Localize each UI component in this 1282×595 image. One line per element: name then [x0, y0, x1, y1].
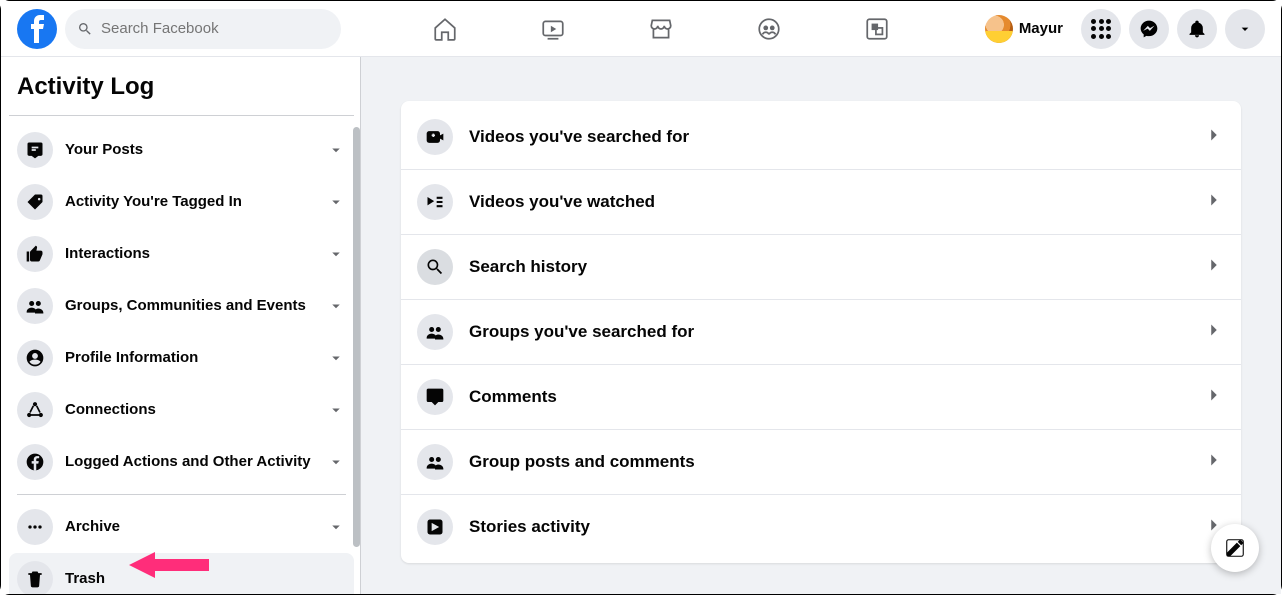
- sidebar: Activity Log Your Posts Activity You're …: [1, 57, 361, 594]
- chevron-right-icon: [1203, 254, 1225, 281]
- comment-icon: [417, 379, 453, 415]
- menu-grid-icon: [1091, 19, 1111, 39]
- facebook-icon: [17, 444, 53, 480]
- post-icon: [17, 132, 53, 168]
- sidebar-item-your-posts[interactable]: Your Posts: [9, 124, 354, 176]
- activity-card: Videos you've searched for Videos you've…: [401, 101, 1241, 563]
- chevron-down-icon: [326, 140, 346, 160]
- row-label: Search history: [469, 257, 1187, 277]
- sidebar-divider: [17, 494, 346, 495]
- dots-icon: [17, 509, 53, 545]
- sidebar-item-profile-info[interactable]: Profile Information: [9, 332, 354, 384]
- row-label: Videos you've watched: [469, 192, 1187, 212]
- groups-nav-icon: [756, 16, 782, 42]
- groups-icon: [417, 314, 453, 350]
- video-plus-icon: [417, 119, 453, 155]
- search-box[interactable]: [65, 9, 341, 49]
- groups-icon: [417, 444, 453, 480]
- row-search-history[interactable]: Search history: [401, 235, 1241, 300]
- menu-button[interactable]: [1081, 9, 1121, 49]
- chevron-right-icon: [1203, 449, 1225, 476]
- video-list-icon: [417, 184, 453, 220]
- nav-home[interactable]: [431, 3, 459, 55]
- sidebar-item-interactions[interactable]: Interactions: [9, 228, 354, 280]
- sidebar-item-label: Connections: [65, 401, 314, 420]
- chevron-right-icon: [1203, 189, 1225, 216]
- sidebar-item-label: Activity You're Tagged In: [65, 193, 314, 212]
- row-label: Comments: [469, 387, 1187, 407]
- chevron-down-icon: [326, 517, 346, 537]
- sidebar-item-label: Interactions: [65, 245, 314, 264]
- messenger-icon: [1139, 19, 1159, 39]
- like-icon: [17, 236, 53, 272]
- search-icon: [417, 249, 453, 285]
- tag-icon: [17, 184, 53, 220]
- chevron-down-icon: [326, 452, 346, 472]
- header-right: Mayur: [981, 9, 1265, 49]
- main-content: Videos you've searched for Videos you've…: [361, 57, 1281, 594]
- sidebar-item-connections[interactable]: Connections: [9, 384, 354, 436]
- search-icon: [77, 21, 93, 37]
- row-stories-activity[interactable]: Stories activity: [401, 495, 1241, 559]
- sidebar-item-logged-actions[interactable]: Logged Actions and Other Activity: [9, 436, 354, 488]
- row-comments[interactable]: Comments: [401, 365, 1241, 430]
- messenger-button[interactable]: [1129, 9, 1169, 49]
- home-icon: [432, 16, 458, 42]
- sidebar-item-label: Profile Information: [65, 349, 314, 368]
- search-input[interactable]: [101, 20, 329, 37]
- header: Mayur: [1, 1, 1281, 57]
- row-videos-searched[interactable]: Videos you've searched for: [401, 105, 1241, 170]
- nav-marketplace[interactable]: [647, 3, 675, 55]
- caret-down-icon: [1237, 21, 1253, 37]
- sidebar-item-groups-events[interactable]: Groups, Communities and Events: [9, 280, 354, 332]
- profile-icon: [17, 340, 53, 376]
- groups-icon: [17, 288, 53, 324]
- chevron-right-icon: [1203, 384, 1225, 411]
- row-label: Stories activity: [469, 517, 1187, 537]
- sidebar-item-label: Archive: [65, 518, 314, 537]
- sidebar-item-label: Your Posts: [65, 141, 314, 160]
- stories-icon: [417, 509, 453, 545]
- row-label: Group posts and comments: [469, 452, 1187, 472]
- facebook-logo[interactable]: [17, 9, 57, 49]
- sidebar-item-trash[interactable]: Trash: [9, 553, 354, 594]
- nav-watch[interactable]: [539, 3, 567, 55]
- edit-icon: [1224, 537, 1246, 559]
- profile-chip[interactable]: Mayur: [981, 11, 1073, 47]
- edit-fab[interactable]: [1211, 524, 1259, 572]
- connections-icon: [17, 392, 53, 428]
- sidebar-list: Your Posts Activity You're Tagged In Int…: [9, 124, 354, 594]
- sidebar-title: Activity Log: [9, 73, 354, 116]
- gaming-icon: [864, 16, 890, 42]
- row-label: Groups you've searched for: [469, 322, 1187, 342]
- notifications-button[interactable]: [1177, 9, 1217, 49]
- sidebar-item-tagged[interactable]: Activity You're Tagged In: [9, 176, 354, 228]
- chevron-down-icon: [326, 192, 346, 212]
- marketplace-icon: [648, 16, 674, 42]
- chevron-right-icon: [1203, 124, 1225, 151]
- trash-icon: [17, 561, 53, 594]
- row-videos-watched[interactable]: Videos you've watched: [401, 170, 1241, 235]
- sidebar-item-label: Groups, Communities and Events: [65, 297, 314, 316]
- row-label: Videos you've searched for: [469, 127, 1187, 147]
- scrollbar-thumb[interactable]: [353, 127, 360, 547]
- chevron-down-icon: [326, 244, 346, 264]
- account-dropdown-button[interactable]: [1225, 9, 1265, 49]
- bell-icon: [1187, 19, 1207, 39]
- chevron-down-icon: [326, 296, 346, 316]
- sidebar-item-label: Trash: [65, 570, 346, 589]
- row-group-posts-comments[interactable]: Group posts and comments: [401, 430, 1241, 495]
- nav-groups[interactable]: [755, 3, 783, 55]
- nav-gaming[interactable]: [863, 3, 891, 55]
- sidebar-item-archive[interactable]: Archive: [9, 501, 354, 553]
- sidebar-item-label: Logged Actions and Other Activity: [65, 453, 314, 472]
- watch-icon: [540, 16, 566, 42]
- nav-center: [349, 3, 973, 55]
- row-groups-searched[interactable]: Groups you've searched for: [401, 300, 1241, 365]
- user-name: Mayur: [1019, 20, 1063, 37]
- chevron-right-icon: [1203, 319, 1225, 346]
- chevron-down-icon: [326, 400, 346, 420]
- avatar: [985, 15, 1013, 43]
- chevron-down-icon: [326, 348, 346, 368]
